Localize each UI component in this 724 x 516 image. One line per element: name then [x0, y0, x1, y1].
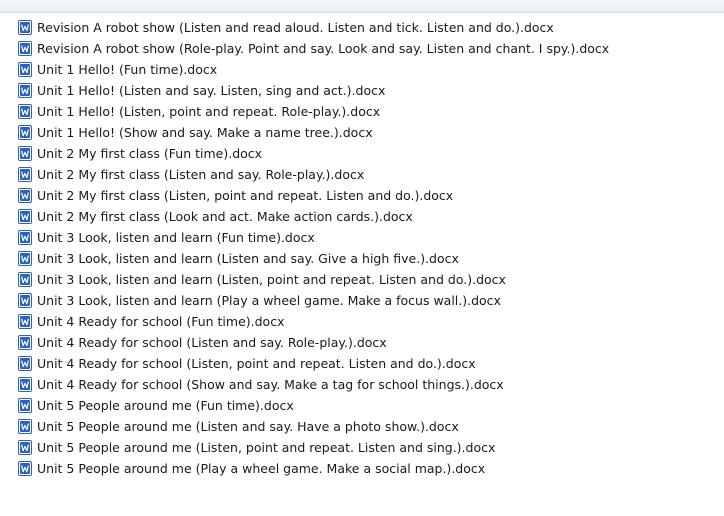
word-document-icon: [18, 293, 32, 308]
file-name: Unit 3 Look, listen and learn (Listen, p…: [37, 272, 506, 287]
word-document-icon: [18, 41, 32, 56]
word-document-icon: [18, 230, 32, 245]
file-list: Revision A robot show (Listen and read a…: [18, 17, 718, 479]
word-document-icon: [18, 125, 32, 140]
file-item[interactable]: Unit 4 Ready for school (Fun time).docx: [18, 311, 718, 332]
word-document-icon: [18, 20, 32, 35]
file-name: Unit 4 Ready for school (Listen, point a…: [37, 356, 476, 371]
file-name: Unit 2 My first class (Listen, point and…: [37, 188, 454, 203]
file-item[interactable]: Unit 5 People around me (Listen, point a…: [18, 437, 718, 458]
word-document-icon: [18, 251, 32, 266]
file-item[interactable]: Unit 5 People around me (Fun time).docx: [18, 395, 718, 416]
file-item[interactable]: Unit 2 My first class (Listen and say. R…: [18, 164, 718, 185]
word-document-icon: [18, 335, 32, 350]
file-name: Unit 2 My first class (Look and act. Mak…: [37, 209, 413, 224]
file-name: Unit 1 Hello! (Fun time).docx: [37, 62, 218, 77]
word-document-icon: [18, 62, 32, 77]
word-document-icon: [18, 272, 32, 287]
file-name: Unit 3 Look, listen and learn (Fun time)…: [37, 230, 315, 245]
word-document-icon: [18, 440, 32, 455]
file-item[interactable]: Unit 1 Hello! (Show and say. Make a name…: [18, 122, 718, 143]
file-item[interactable]: Unit 2 My first class (Listen, point and…: [18, 185, 718, 206]
file-name: Unit 5 People around me (Play a wheel ga…: [37, 461, 486, 476]
file-name: Revision A robot show (Role-play. Point …: [37, 41, 610, 56]
word-document-icon: [18, 146, 32, 161]
file-name: Unit 3 Look, listen and learn (Listen an…: [37, 251, 459, 266]
word-document-icon: [18, 461, 32, 476]
file-name: Unit 1 Hello! (Listen and say. Listen, s…: [37, 83, 386, 98]
file-item[interactable]: Unit 4 Ready for school (Show and say. M…: [18, 374, 718, 395]
file-item[interactable]: Unit 5 People around me (Play a wheel ga…: [18, 458, 718, 479]
file-item[interactable]: Unit 1 Hello! (Fun time).docx: [18, 59, 718, 80]
file-item[interactable]: Unit 1 Hello! (Listen and say. Listen, s…: [18, 80, 718, 101]
file-item[interactable]: Unit 4 Ready for school (Listen, point a…: [18, 353, 718, 374]
file-name: Unit 3 Look, listen and learn (Play a wh…: [37, 293, 501, 308]
file-name: Unit 5 People around me (Listen, point a…: [37, 440, 496, 455]
file-name: Unit 4 Ready for school (Fun time).docx: [37, 314, 285, 329]
file-name: Unit 1 Hello! (Show and say. Make a name…: [37, 125, 373, 140]
file-item[interactable]: Unit 3 Look, listen and learn (Listen an…: [18, 248, 718, 269]
word-document-icon: [18, 398, 32, 413]
word-document-icon: [18, 188, 32, 203]
file-item[interactable]: Revision A robot show (Role-play. Point …: [18, 38, 718, 59]
word-document-icon: [18, 419, 32, 434]
file-name: Unit 4 Ready for school (Listen and say.…: [37, 335, 387, 350]
word-document-icon: [18, 314, 32, 329]
file-item[interactable]: Unit 4 Ready for school (Listen and say.…: [18, 332, 718, 353]
file-item[interactable]: Unit 3 Look, listen and learn (Play a wh…: [18, 290, 718, 311]
word-document-icon: [18, 83, 32, 98]
file-item[interactable]: Unit 3 Look, listen and learn (Fun time)…: [18, 227, 718, 248]
word-document-icon: [18, 377, 32, 392]
file-name: Unit 2 My first class (Fun time).docx: [37, 146, 263, 161]
word-document-icon: [18, 167, 32, 182]
file-item[interactable]: Unit 3 Look, listen and learn (Listen, p…: [18, 269, 718, 290]
file-name: Unit 4 Ready for school (Show and say. M…: [37, 377, 504, 392]
word-document-icon: [18, 104, 32, 119]
header-strip: [0, 0, 724, 13]
file-name: Unit 5 People around me (Fun time).docx: [37, 398, 294, 413]
file-item[interactable]: Unit 5 People around me (Listen and say.…: [18, 416, 718, 437]
file-name: Unit 1 Hello! (Listen, point and repeat.…: [37, 104, 381, 119]
word-document-icon: [18, 356, 32, 371]
file-item[interactable]: Unit 2 My first class (Fun time).docx: [18, 143, 718, 164]
file-name: Revision A robot show (Listen and read a…: [37, 20, 554, 35]
file-item[interactable]: Unit 1 Hello! (Listen, point and repeat.…: [18, 101, 718, 122]
file-item[interactable]: Unit 2 My first class (Look and act. Mak…: [18, 206, 718, 227]
file-explorer-window: Revision A robot show (Listen and read a…: [0, 0, 724, 516]
file-item[interactable]: Revision A robot show (Listen and read a…: [18, 17, 718, 38]
file-name: Unit 5 People around me (Listen and say.…: [37, 419, 459, 434]
word-document-icon: [18, 209, 32, 224]
file-name: Unit 2 My first class (Listen and say. R…: [37, 167, 365, 182]
